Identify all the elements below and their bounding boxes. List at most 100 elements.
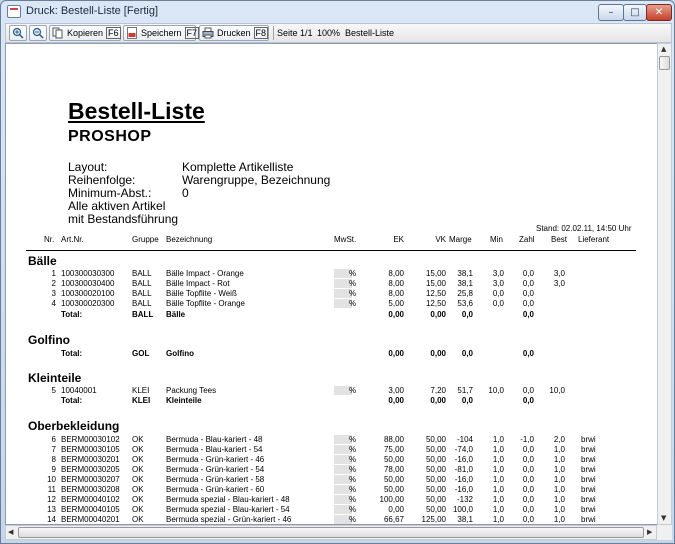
window-title: Druck: Bestell-Liste [Fertig] bbox=[26, 5, 159, 17]
cell-zahl: 0,0 bbox=[522, 445, 534, 454]
total-ek: 0,00 bbox=[388, 310, 404, 319]
cell-zahl: 0,0 bbox=[522, 455, 534, 464]
cell-artnr: BERM00040102 bbox=[61, 495, 120, 504]
cell-ek: 3,00 bbox=[388, 386, 404, 395]
copy-icon bbox=[52, 27, 63, 39]
cell-min: 1,0 bbox=[492, 475, 504, 484]
cell-best: 1,0 bbox=[553, 485, 565, 494]
report-timestamp: Stand: 02.02.11, 14:50 Uhr bbox=[536, 224, 632, 233]
cell-artnr: BERM00030102 bbox=[61, 435, 120, 444]
cell-mwst: % bbox=[349, 495, 357, 504]
minimize-button[interactable]: – bbox=[598, 4, 624, 21]
print-button[interactable]: Drucken F8 bbox=[199, 25, 269, 41]
cell-zahl: 0,0 bbox=[522, 289, 534, 298]
col-header-lieferant: Lieferant bbox=[578, 235, 610, 244]
cell-gruppe: BALL bbox=[132, 299, 152, 308]
close-button[interactable]: ✕ bbox=[646, 4, 672, 21]
header-rule bbox=[26, 250, 636, 251]
scroll-up-icon[interactable]: ▲ bbox=[661, 45, 666, 53]
cell-artnr: BERM00030207 bbox=[61, 475, 120, 484]
horizontal-scrollbar[interactable]: ◀ ▶ bbox=[5, 525, 657, 540]
cell-vk: 50,00 bbox=[425, 495, 446, 504]
copy-button[interactable]: Kopieren F6 bbox=[49, 25, 121, 41]
cell-nr: 11 bbox=[47, 485, 56, 494]
total-ek: 0,00 bbox=[388, 349, 404, 358]
table-row: 8 BERM00030201 OK Bermuda - Grün-kariert… bbox=[6, 455, 660, 465]
scroll-down-icon[interactable]: ▼ bbox=[661, 514, 666, 522]
total-zahl: 0,0 bbox=[522, 396, 534, 405]
title-bar: Druck: Bestell-Liste [Fertig] – □ ✕ bbox=[1, 1, 674, 23]
total-zahl: 0,0 bbox=[522, 349, 534, 358]
printer-icon bbox=[202, 27, 214, 39]
total-gruppe: KLEI bbox=[132, 396, 151, 405]
cell-nr: 9 bbox=[51, 465, 56, 474]
cell-min: 1,0 bbox=[492, 505, 504, 514]
cell-gruppe: KLEI bbox=[132, 386, 150, 395]
total-label: Total: bbox=[61, 310, 83, 319]
col-header-ek: EK bbox=[393, 235, 404, 244]
table-row: 13 BERM00040105 OK Bermuda spezial - Bla… bbox=[6, 505, 660, 515]
total-marge: 0,0 bbox=[461, 310, 473, 319]
copy-shortcut: F6 bbox=[106, 27, 121, 39]
col-header-nr: Nr. bbox=[44, 235, 55, 244]
vertical-scroll-thumb[interactable] bbox=[659, 56, 670, 70]
total-vk: 0,00 bbox=[430, 349, 446, 358]
cell-best: 1,0 bbox=[553, 455, 565, 464]
cell-best: 1,0 bbox=[553, 475, 565, 484]
meta-note-2: mit Bestandsführung bbox=[68, 212, 179, 226]
maximize-button[interactable]: □ bbox=[623, 4, 647, 21]
zoom-level: 100% bbox=[317, 28, 341, 38]
horizontal-scroll-thumb[interactable] bbox=[18, 527, 644, 538]
cell-zahl: 0,0 bbox=[522, 269, 534, 278]
cell-marge: -132 bbox=[456, 495, 473, 504]
cell-nr: 7 bbox=[51, 445, 56, 454]
cell-best: 1,0 bbox=[553, 465, 565, 474]
zoom-in-button[interactable] bbox=[9, 25, 27, 41]
cell-gruppe: BALL bbox=[132, 279, 152, 288]
cell-marge: 100,0 bbox=[452, 505, 473, 514]
print-preview-window: Druck: Bestell-Liste [Fertig] – □ ✕ Kopi… bbox=[0, 0, 675, 544]
save-shortcut: F7 bbox=[184, 27, 200, 39]
col-header-vk: VK bbox=[435, 235, 446, 244]
cell-mwst: % bbox=[349, 386, 357, 395]
cell-mwst: % bbox=[349, 445, 357, 454]
cell-nr: 1 bbox=[51, 269, 56, 278]
zoom-out-icon bbox=[32, 27, 44, 39]
cell-zahl: 0,0 bbox=[522, 279, 534, 288]
cell-artnr: 100300030400 bbox=[61, 279, 115, 288]
cell-zahl: 0,0 bbox=[522, 485, 534, 494]
total-marge: 0,0 bbox=[461, 396, 473, 405]
cell-bezeichnung: Bermuda - Grün-kariert - 46 bbox=[166, 455, 265, 464]
page-indicator: Seite 1/1 bbox=[277, 28, 313, 38]
total-row: Total: KLEI Kleinteile 0,00 0,00 0,0 0,0 bbox=[6, 396, 660, 406]
cell-lieferant: brwi bbox=[581, 435, 596, 444]
cell-vk: 15,00 bbox=[425, 269, 446, 278]
vertical-scrollbar[interactable]: ▲ ▼ bbox=[657, 43, 672, 525]
col-header-artnr: Art.Nr. bbox=[61, 235, 84, 244]
cell-lieferant: brwi bbox=[581, 495, 596, 504]
scroll-right-icon[interactable]: ▶ bbox=[647, 528, 652, 536]
table-row: 10 BERM00030207 OK Bermuda - Grün-karier… bbox=[6, 475, 660, 485]
cell-marge: 38,1 bbox=[457, 279, 473, 288]
cell-best: 10,0 bbox=[549, 386, 565, 395]
cell-bezeichnung: Bermuda spezial - Grün-kariert - 46 bbox=[166, 515, 292, 524]
scroll-left-icon[interactable]: ◀ bbox=[8, 528, 13, 536]
save-label: Speichern bbox=[141, 28, 182, 38]
cell-marge: 38,1 bbox=[457, 269, 473, 278]
cell-vk: 50,00 bbox=[425, 505, 446, 514]
total-label: Total: bbox=[61, 349, 83, 358]
cell-vk: 50,00 bbox=[425, 445, 446, 454]
table-row: 2 100300030400 BALL Bälle Impact - Rot %… bbox=[6, 279, 660, 289]
table-row: 12 BERM00040102 OK Bermuda spezial - Bla… bbox=[6, 495, 660, 505]
table-row: 9 BERM00030205 OK Bermuda - Grün-kariert… bbox=[6, 465, 660, 475]
cell-lieferant: brwi bbox=[581, 445, 596, 454]
save-button[interactable]: Speichern F7 bbox=[123, 25, 200, 41]
cell-bezeichnung: Bermuda - Grün-kariert - 60 bbox=[166, 485, 265, 494]
cell-zahl: 0,0 bbox=[522, 465, 534, 474]
cell-artnr: BERM00030105 bbox=[61, 445, 120, 454]
cell-ek: 8,00 bbox=[388, 269, 404, 278]
cell-min: 10,0 bbox=[488, 386, 504, 395]
cell-gruppe: OK bbox=[132, 465, 144, 474]
zoom-out-button[interactable] bbox=[29, 25, 47, 41]
app-icon bbox=[7, 5, 21, 18]
